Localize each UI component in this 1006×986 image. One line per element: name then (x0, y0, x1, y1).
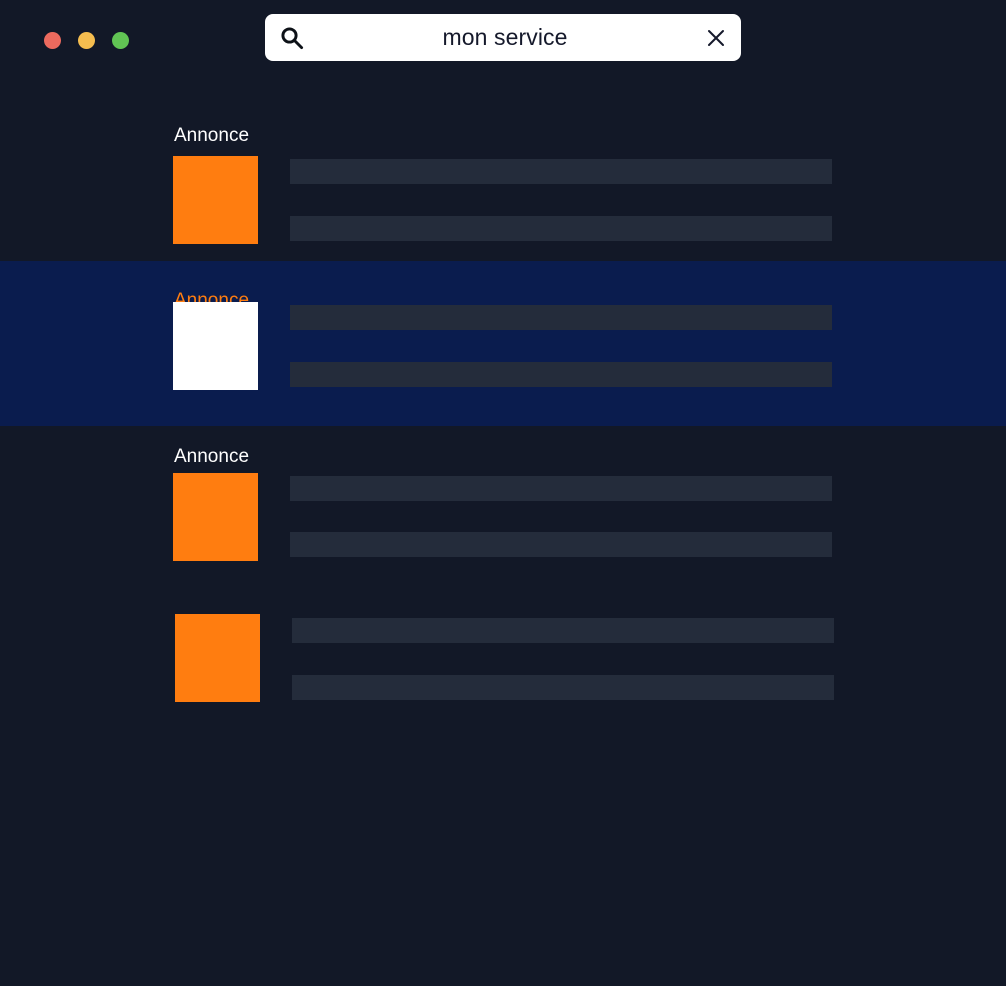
zoom-window-button[interactable] (112, 32, 129, 49)
window-controls (44, 32, 129, 49)
search-bar[interactable] (265, 14, 741, 61)
close-window-button[interactable] (44, 32, 61, 49)
annonce-label: Annonce (174, 125, 250, 146)
skeleton-line (290, 362, 832, 387)
result-thumbnail[interactable] (173, 302, 258, 390)
close-icon[interactable] (705, 27, 727, 49)
result-thumbnail[interactable] (173, 156, 258, 244)
list-item[interactable]: Annonce (0, 95, 1006, 261)
skeleton-line (290, 159, 832, 184)
search-results-list: Annonce Annonce Annonce (0, 95, 1006, 754)
result-thumbnail[interactable] (173, 473, 258, 561)
list-item[interactable] (0, 614, 1006, 754)
skeleton-line (290, 532, 832, 557)
search-icon (281, 26, 304, 49)
list-item[interactable]: Annonce (0, 261, 1006, 426)
skeleton-line (290, 216, 832, 241)
minimize-window-button[interactable] (78, 32, 95, 49)
list-item[interactable]: Annonce (0, 426, 1006, 614)
skeleton-line (290, 305, 832, 330)
annonce-label: Annonce (174, 446, 250, 467)
skeleton-line (292, 618, 834, 643)
result-thumbnail[interactable] (175, 614, 260, 702)
skeleton-line (292, 675, 834, 700)
search-input[interactable] (309, 24, 701, 51)
skeleton-line (290, 476, 832, 501)
